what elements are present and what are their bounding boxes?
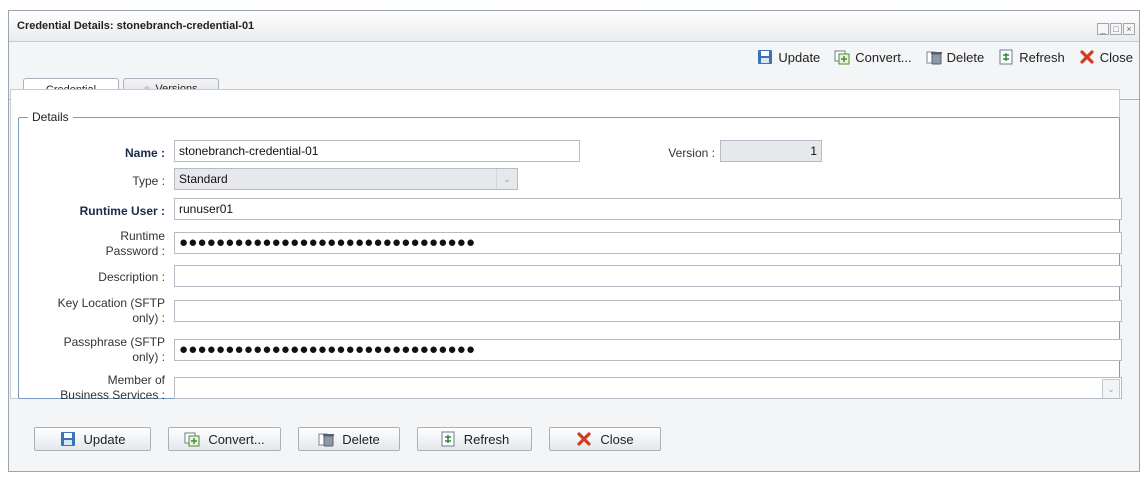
passphrase-value: ●●●●●●●●●●●●●●●●●●●●●●●●●●●●●●●● [179, 341, 476, 358]
toolbar-refresh-label: Refresh [1019, 49, 1065, 65]
passphrase-field[interactable]: ●●●●●●●●●●●●●●●●●●●●●●●●●●●●●●●● [174, 339, 1122, 361]
passphrase-label-line2: only) : [132, 350, 165, 364]
type-label: Type : [132, 174, 165, 188]
version-field: 1 [720, 140, 822, 162]
save-disk-icon [757, 49, 773, 65]
name-field[interactable]: stonebranch-credential-01 [174, 140, 580, 162]
business-services-select[interactable]: ⌄ [174, 377, 1122, 399]
chevron-down-icon[interactable]: ⌄ [496, 169, 517, 189]
convert-icon [184, 431, 200, 447]
version-value: 1 [810, 144, 817, 158]
runtime-user-value: runuser01 [179, 202, 234, 216]
bottom-button-bar: Update Convert... Delete Refresh Close [34, 427, 661, 451]
refresh-button[interactable]: Refresh [417, 427, 532, 451]
maximize-icon[interactable]: □ [1110, 23, 1122, 35]
close-x-icon [1079, 49, 1095, 65]
delete-button-label: Delete [342, 431, 380, 447]
type-value: Standard [179, 172, 228, 186]
toolbar-convert-button[interactable]: Convert... [834, 49, 912, 65]
description-label: Description : [98, 270, 165, 284]
business-services-label-line2: Business Services : [60, 388, 165, 402]
runtime-password-label-line1: Runtime [120, 229, 165, 243]
delete-icon [318, 431, 335, 447]
runtime-password-label-line2: Password : [105, 244, 165, 258]
update-button-label: Update [83, 431, 126, 447]
minimize-icon[interactable]: _ [1097, 23, 1109, 35]
close-window-icon[interactable]: × [1123, 23, 1135, 35]
version-label: Version : [668, 146, 715, 160]
key-location-field[interactable] [174, 300, 1122, 322]
toolbar-close-button[interactable]: Close [1079, 49, 1133, 65]
runtime-user-field[interactable]: runuser01 [174, 198, 1122, 220]
toolbar-convert-label: Convert... [855, 49, 912, 65]
save-disk-icon [60, 431, 76, 447]
runtime-password-value: ●●●●●●●●●●●●●●●●●●●●●●●●●●●●●●●● [179, 234, 476, 251]
convert-icon [834, 49, 850, 65]
top-toolbar: Update Convert... Delete Refresh Close [757, 44, 1133, 70]
delete-icon [926, 49, 942, 65]
toolbar-delete-button[interactable]: Delete [926, 49, 985, 65]
toolbar-update-button[interactable]: Update [757, 49, 820, 65]
window-controls: _ □ × [1097, 23, 1135, 35]
update-button[interactable]: Update [34, 427, 151, 451]
toolbar-update-label: Update [778, 49, 821, 65]
delete-button[interactable]: Delete [298, 427, 400, 451]
runtime-password-field[interactable]: ●●●●●●●●●●●●●●●●●●●●●●●●●●●●●●●● [174, 232, 1122, 254]
runtime-user-label: Runtime User : [79, 204, 165, 218]
toolbar-delete-label: Delete [946, 49, 985, 65]
convert-button[interactable]: Convert... [168, 427, 281, 451]
chevron-down-icon[interactable]: ⌄ [1102, 379, 1120, 398]
close-button-label: Close [600, 431, 634, 447]
close-x-icon [576, 431, 592, 447]
name-value: stonebranch-credential-01 [179, 144, 319, 158]
name-label: Name : [124, 146, 165, 160]
refresh-icon [440, 431, 456, 447]
toolbar-close-label: Close [1099, 49, 1133, 65]
window-title: Credential Details: stonebranch-credenti… [17, 20, 255, 32]
close-button[interactable]: Close [549, 427, 661, 451]
refresh-icon [998, 49, 1014, 65]
type-select[interactable]: Standard ⌄ [174, 168, 518, 190]
title-bar[interactable]: Credential Details: stonebranch-credenti… [9, 11, 1139, 42]
key-location-label-line1: Key Location (SFTP [57, 296, 165, 310]
business-services-label-line1: Member of [107, 373, 165, 387]
description-field[interactable] [174, 265, 1122, 287]
key-location-label-line2: only) : [132, 311, 165, 325]
toolbar-refresh-button[interactable]: Refresh [998, 49, 1065, 65]
convert-button-label: Convert... [208, 431, 265, 447]
details-legend: Details [28, 110, 73, 124]
refresh-button-label: Refresh [463, 431, 510, 447]
passphrase-label-line1: Passphrase (SFTP [63, 335, 165, 349]
